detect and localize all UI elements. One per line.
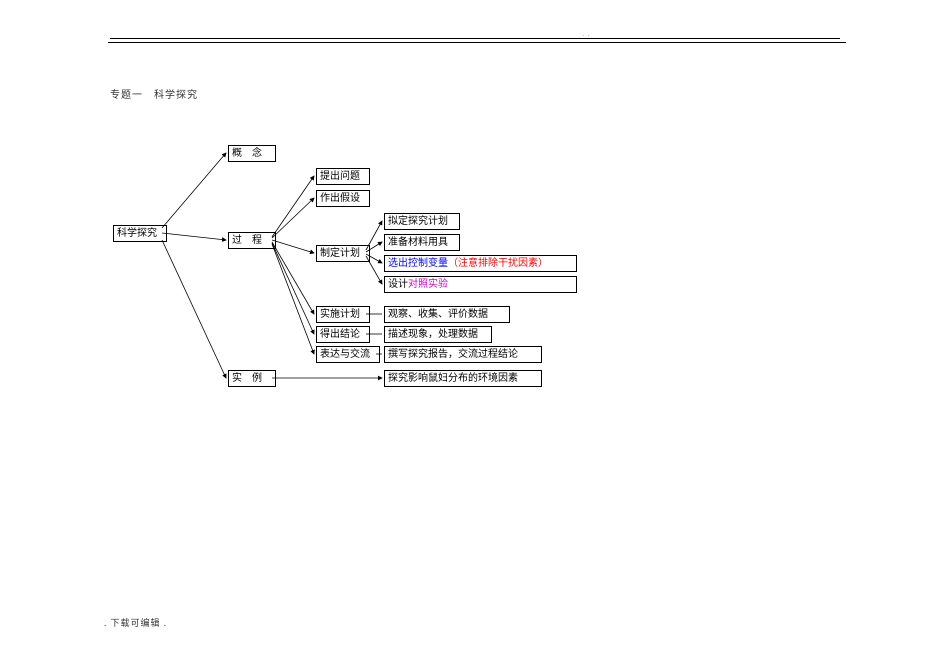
page-footer: . 下载可编辑 . (104, 616, 167, 629)
node-conclude: 得出结论 (316, 326, 370, 343)
node-question: 提出问题 (316, 168, 370, 185)
node-concept: 概 念 (228, 145, 276, 162)
node-plan: 制定计划 (316, 245, 370, 262)
header-rule-1 (110, 38, 840, 39)
node-plan-draft: 拟定探究计划 (384, 213, 460, 230)
node-process: 过 程 (228, 232, 276, 249)
header-rule-2 (108, 42, 846, 43)
page: . . 专题一 科学探究 . 下载可编辑 . 科学探究 概 念 过 程 实 例 … (0, 0, 945, 668)
variable-text-red: （注意排除干扰因素） (448, 258, 548, 269)
node-communicate: 表达与交流 (316, 346, 380, 363)
node-conclude-detail: 描述现象，处理数据 (384, 326, 492, 343)
design-text-black: 设计 (388, 279, 408, 290)
node-hypothesis: 作出假设 (316, 190, 370, 207)
node-example-detail: 探究影响鼠妇分布的环境因素 (384, 370, 542, 387)
node-plan-variable: 选出控制变量（注意排除干扰因素） (384, 255, 577, 272)
header-dots: . . (583, 32, 591, 38)
design-text-magenta: 对照实验 (408, 279, 448, 290)
node-communicate-detail: 撰写探究报告，交流过程结论 (384, 346, 542, 363)
node-implement-detail: 观察、收集、评价数据 (384, 306, 510, 323)
node-example: 实 例 (228, 370, 276, 387)
node-root: 科学探究 (113, 225, 167, 242)
node-plan-design: 设计对照实验 (384, 276, 577, 293)
page-title: 专题一 科学探究 (110, 86, 198, 101)
node-plan-materials: 准备材料用具 (384, 234, 460, 251)
variable-text-blue: 选出控制变量 (388, 258, 448, 269)
node-implement: 实施计划 (316, 306, 370, 323)
